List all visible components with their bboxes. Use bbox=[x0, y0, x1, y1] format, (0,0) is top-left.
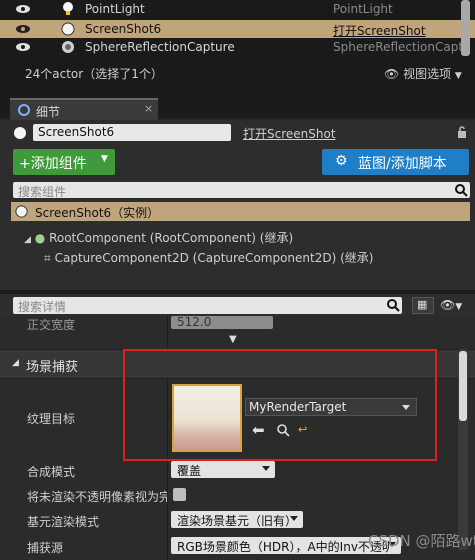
primitive-render-mode-label: 基元渲染模式 bbox=[27, 515, 100, 529]
add-component-button[interactable]: +添加组件 ▼ bbox=[13, 149, 115, 175]
gears-icon: ⚙ bbox=[335, 153, 348, 169]
view-options-label: 视图选项 bbox=[403, 67, 452, 81]
ortho-width-label: 正交宽度 bbox=[27, 318, 76, 332]
outliner-row-name: PointLight bbox=[85, 2, 145, 16]
opaque-pixels-checkbox[interactable] bbox=[173, 488, 186, 501]
view-options-button[interactable]: 👁︎ 视图选项 ▼ bbox=[384, 65, 462, 82]
watermark: CSDN @陌路wt bbox=[368, 532, 475, 550]
add-component-label: +添加组件 bbox=[19, 156, 87, 172]
scrollbar-thumb[interactable] bbox=[459, 351, 467, 421]
ortho-width-value: 512.0 bbox=[177, 315, 212, 329]
chevron-down-icon: ▼ bbox=[101, 154, 108, 164]
visibility-eye-icon[interactable] bbox=[15, 24, 31, 34]
grid-icon: ▦ bbox=[417, 298, 428, 311]
highlight-box bbox=[123, 349, 437, 461]
lightbulb-icon bbox=[63, 2, 73, 15]
actor-sphere-icon bbox=[14, 127, 26, 139]
capture-component-icon: ⌗ bbox=[44, 251, 51, 265]
chevron-down-icon bbox=[262, 466, 270, 471]
category-label: 场景捕获 bbox=[26, 360, 79, 375]
panel-separator[interactable] bbox=[0, 290, 475, 294]
actor-name-field[interactable]: ScreenShot6 bbox=[33, 124, 231, 141]
tab-close-icon[interactable]: × bbox=[144, 102, 153, 115]
tab-details[interactable]: 细节 × bbox=[10, 98, 158, 122]
selected-component-label: ScreenShot6（实例） bbox=[35, 206, 160, 220]
actor-sphere-icon bbox=[15, 205, 28, 218]
details-scrollbar[interactable] bbox=[458, 349, 468, 550]
chevron-down-icon bbox=[290, 516, 298, 521]
outliner-row-type: SphereReflectionCapture bbox=[333, 40, 461, 54]
outliner-row-name: SphereReflectionCapture bbox=[85, 40, 235, 54]
actor-count-text: 24个actor（选择了1个） bbox=[25, 67, 163, 81]
outliner-panel: PointLight PointLight ScreenShot6 打开Scre… bbox=[0, 0, 475, 92]
component-tree-capture-component[interactable]: ⌗ CaptureComponent2D (CaptureComponent2D… bbox=[44, 249, 373, 266]
texture-target-label: 纹理目标 bbox=[27, 412, 76, 426]
capture-component-label: CaptureComponent2D (CaptureComponent2D) … bbox=[54, 251, 374, 265]
search-components-placeholder: 搜索组件 bbox=[18, 185, 67, 199]
outliner-row-screenshot6[interactable]: ScreenShot6 打开ScreenShot bbox=[0, 20, 475, 38]
search-components-input[interactable]: 搜索组件 bbox=[13, 182, 470, 199]
composite-mode-dropdown[interactable]: 覆盖 bbox=[171, 461, 275, 478]
visibility-eye-icon[interactable] bbox=[15, 4, 31, 14]
capture-source-label: 捕获源 bbox=[27, 541, 64, 555]
scene-component-icon: ● bbox=[34, 231, 46, 245]
search-icon bbox=[387, 299, 400, 312]
outliner-row-name: ScreenShot6 bbox=[85, 22, 162, 36]
eye-icon: 👁︎ bbox=[384, 67, 400, 81]
details-icon bbox=[18, 104, 30, 116]
composite-mode-value: 覆盖 bbox=[177, 464, 202, 478]
outliner-row-spherereflectioncapture[interactable]: SphereReflectionCapture SphereReflection… bbox=[0, 38, 475, 56]
outliner-row-type-link[interactable]: 打开ScreenShot bbox=[333, 22, 461, 39]
primitive-render-mode-value: 渲染场景基元（旧有） bbox=[177, 514, 298, 528]
actor-name-value: ScreenShot6 bbox=[38, 125, 115, 139]
reflection-capture-icon bbox=[62, 41, 74, 53]
details-tab-bar: 细节 × bbox=[0, 92, 475, 122]
search-icon bbox=[455, 184, 468, 197]
expand-arrow-icon[interactable]: ▼ bbox=[229, 334, 237, 345]
tab-details-label: 细节 bbox=[36, 105, 61, 119]
outliner-row-type: PointLight bbox=[333, 2, 393, 16]
chevron-down-icon: ▼ bbox=[455, 302, 463, 312]
capture-source-dropdown[interactable]: RGB场景颜色（HDR），A中的Inv不透明度 bbox=[171, 537, 401, 554]
open-screenshot-link[interactable]: 打开ScreenShot bbox=[243, 125, 336, 142]
ortho-width-field[interactable]: 512.0 bbox=[171, 315, 273, 329]
opaque-pixels-label: 将未渲染不透明像素视为完整 bbox=[27, 490, 167, 504]
collapse-triangle-icon: ◢ bbox=[12, 358, 19, 368]
tree-expand-icon[interactable]: ◢ bbox=[24, 235, 31, 245]
outliner-scrollbar[interactable] bbox=[461, 0, 470, 56]
component-tree-root-instance[interactable]: ScreenShot6（实例） bbox=[11, 202, 470, 221]
eye-icon: 👁︎ bbox=[440, 298, 456, 312]
composite-mode-label: 合成模式 bbox=[27, 465, 76, 479]
chevron-down-icon: ▼ bbox=[454, 71, 462, 81]
lock-icon[interactable] bbox=[455, 125, 469, 139]
root-component-label: RootComponent (RootComponent) (继承) bbox=[49, 231, 294, 245]
visibility-eye-icon[interactable] bbox=[15, 42, 31, 52]
capture-source-value: RGB场景颜色（HDR），A中的Inv不透明度 bbox=[177, 540, 389, 554]
details-view-options-button[interactable]: 👁︎▼ bbox=[440, 298, 462, 312]
outliner-footer: 24个actor（选择了1个） 👁︎ 视图选项 ▼ bbox=[0, 60, 475, 86]
property-matrix-button[interactable]: ▦ bbox=[412, 297, 434, 314]
blueprint-add-script-button[interactable]: ⚙ 蓝图/添加脚本 bbox=[322, 149, 469, 175]
search-details-input[interactable]: 搜索详情 bbox=[13, 297, 402, 314]
blueprint-button-label: 蓝图/添加脚本 bbox=[358, 156, 447, 172]
component-tree-root-component[interactable]: ◢ ● RootComponent (RootComponent) (继承) bbox=[24, 229, 293, 246]
actor-sphere-icon bbox=[61, 22, 75, 36]
primitive-render-mode-dropdown[interactable]: 渲染场景基元（旧有） bbox=[171, 511, 303, 528]
outliner-row-pointlight[interactable]: PointLight PointLight bbox=[0, 0, 475, 18]
search-details-placeholder: 搜索详情 bbox=[18, 300, 67, 314]
